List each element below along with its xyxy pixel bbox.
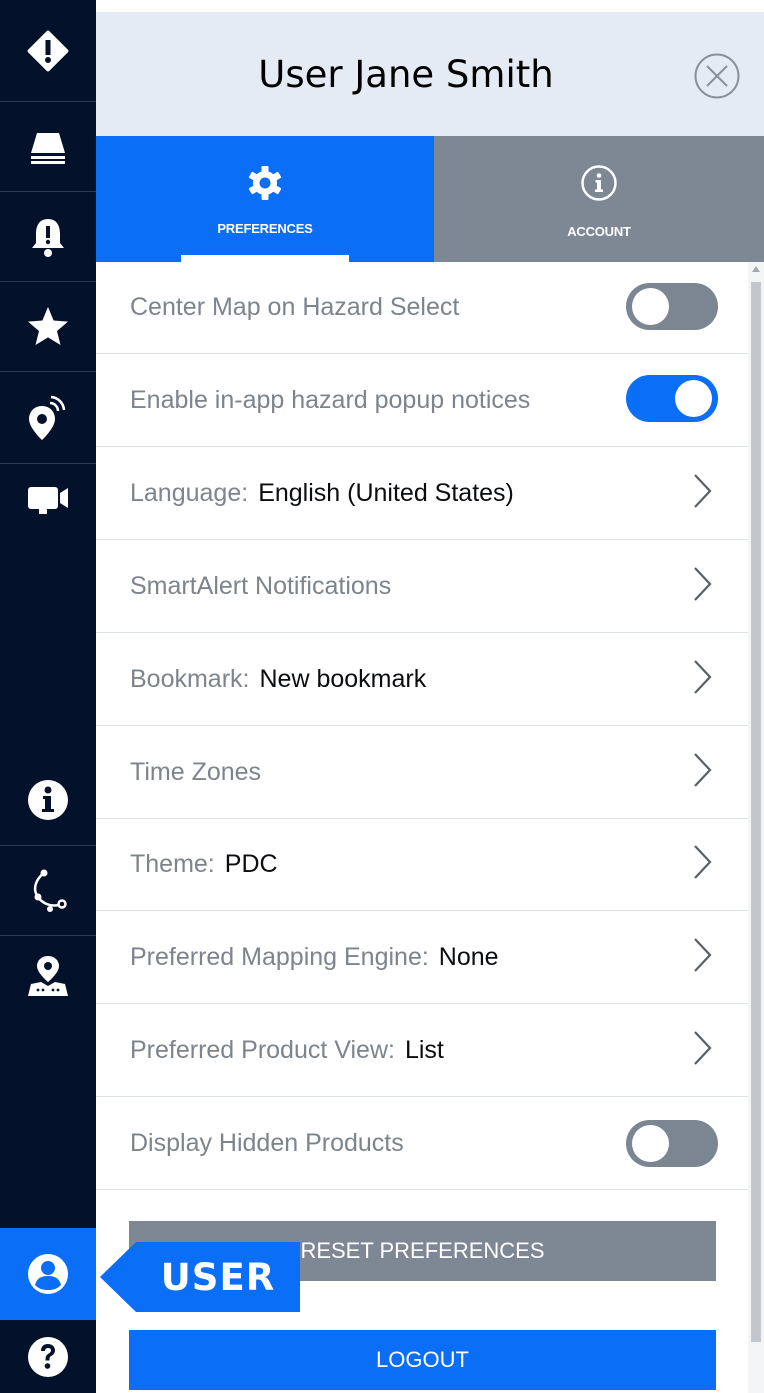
sidebar-item-hazards[interactable] (0, 0, 96, 102)
sidebar-item-layers[interactable] (0, 102, 96, 192)
sidebar-item-measure[interactable] (0, 846, 96, 936)
logout-button[interactable]: LOGOUT (129, 1330, 716, 1390)
top-strip (96, 0, 764, 12)
toggle-knob (632, 1125, 669, 1162)
setting-value: PDC (224, 850, 278, 878)
measure-path-icon (26, 867, 70, 915)
setting-label: SmartAlert Notifications (130, 571, 392, 600)
chevron-right-icon (692, 936, 714, 979)
chevron-right-icon (692, 843, 714, 886)
video-camera-icon (24, 479, 72, 519)
setting-product-view[interactable]: Preferred Product View: List (96, 1004, 748, 1097)
setting-mapping-engine[interactable]: Preferred Mapping Engine: None (96, 911, 748, 1004)
setting-smartalert[interactable]: SmartAlert Notifications (96, 540, 748, 633)
toggle-knob (632, 288, 669, 325)
callout-label: USER (160, 1255, 276, 1299)
setting-label: Language: English (United States) (130, 478, 514, 507)
center-map-toggle[interactable] (626, 283, 718, 330)
setting-value: English (United States) (258, 478, 514, 507)
sidebar (0, 0, 96, 1393)
setting-value: List (404, 1035, 444, 1064)
map-pin-icon (26, 954, 70, 998)
sidebar-item-alerts[interactable] (0, 192, 96, 282)
chevron-right-icon (692, 751, 714, 794)
scroll-up-arrow[interactable] (752, 266, 760, 272)
toggle-knob (675, 380, 712, 417)
popup-notices-toggle[interactable] (626, 375, 718, 422)
sidebar-item-video[interactable] (0, 464, 96, 534)
setting-theme[interactable]: Theme: PDC (96, 819, 748, 911)
setting-label: Center Map on Hazard Select (130, 293, 460, 321)
setting-label: Theme: PDC (130, 850, 278, 878)
user-icon (26, 1252, 70, 1296)
user-callout: USER (100, 1242, 300, 1312)
sidebar-item-favorites[interactable] (0, 282, 96, 372)
setting-label: Preferred Mapping Engine: None (130, 942, 499, 971)
setting-label: Enable in-app hazard popup notices (130, 385, 531, 414)
chevron-right-icon (692, 565, 714, 608)
sidebar-item-help[interactable] (0, 1320, 96, 1393)
tab-account[interactable]: ACCOUNT (434, 136, 764, 262)
setting-label: Bookmark: New bookmark (130, 664, 427, 693)
chevron-right-icon (692, 472, 714, 515)
location-signal-icon (26, 394, 70, 442)
setting-bookmark[interactable]: Bookmark: New bookmark (96, 633, 748, 726)
setting-label: Time Zones (130, 757, 262, 786)
setting-label: Display Hidden Products (130, 1128, 404, 1157)
setting-value: New bookmark (259, 664, 427, 693)
setting-label: Preferred Product View: List (130, 1035, 444, 1064)
sidebar-item-user[interactable] (0, 1228, 96, 1320)
tab-preferences-label: PREFERENCES (217, 221, 313, 236)
hidden-products-toggle[interactable] (626, 1120, 718, 1167)
tab-bar: PREFERENCES ACCOUNT (96, 136, 764, 262)
tab-preferences[interactable]: PREFERENCES (96, 136, 434, 262)
scrollbar[interactable] (748, 262, 764, 1393)
sidebar-item-info[interactable] (0, 754, 96, 846)
info-circle-icon (580, 164, 618, 207)
bell-alert-icon (28, 216, 68, 258)
info-icon (26, 778, 70, 822)
gear-icon (246, 164, 284, 207)
layers-icon (28, 127, 68, 167)
active-tab-indicator (181, 255, 349, 262)
help-icon (26, 1335, 70, 1379)
panel-title: User Jane Smith (258, 52, 554, 96)
scroll-thumb[interactable] (751, 282, 761, 1342)
star-icon (26, 305, 70, 349)
setting-language[interactable]: Language: English (United States) (96, 447, 748, 540)
panel-header: User Jane Smith (96, 12, 764, 136)
sidebar-item-broadcast[interactable] (0, 372, 96, 464)
diamond-alert-icon (25, 28, 71, 74)
sidebar-item-map-pin[interactable] (0, 936, 96, 1016)
setting-center-map: Center Map on Hazard Select (96, 262, 748, 354)
setting-value: None (438, 942, 499, 971)
close-button[interactable] (693, 52, 741, 100)
tab-account-label: ACCOUNT (567, 224, 631, 239)
chevron-right-icon (692, 1029, 714, 1072)
close-circle-icon (693, 53, 741, 104)
chevron-right-icon (692, 658, 714, 701)
user-panel: User Jane Smith PREFERENCES ACCOUNT Cent… (96, 0, 764, 1393)
setting-popup-notices: Enable in-app hazard popup notices (96, 354, 748, 447)
setting-time-zones[interactable]: Time Zones (96, 726, 748, 819)
setting-hidden-products: Display Hidden Products (96, 1097, 748, 1190)
